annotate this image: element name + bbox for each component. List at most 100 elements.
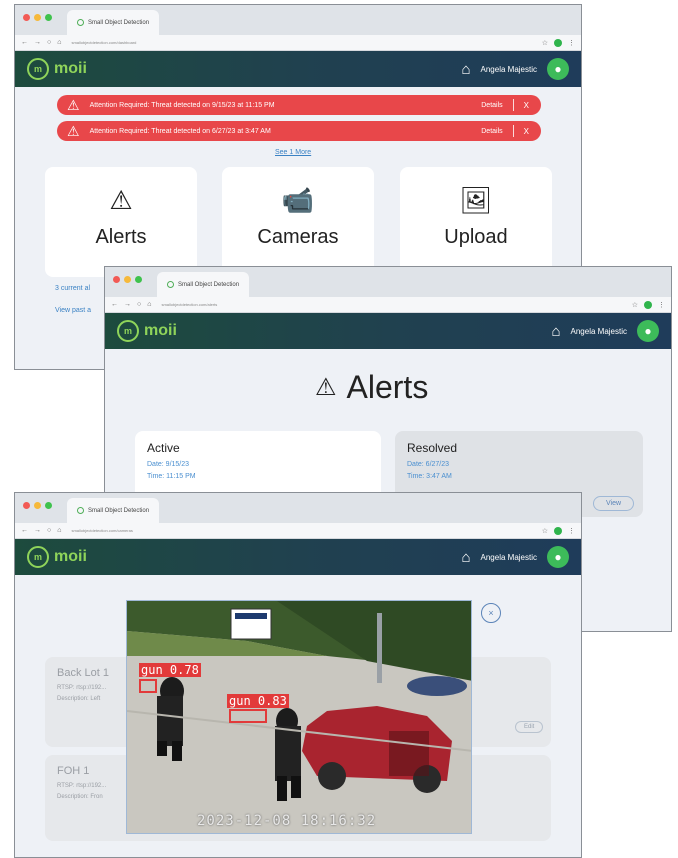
star-icon[interactable]: ☆	[542, 39, 548, 47]
alert-text: Attention Required: Threat detected on 9…	[89, 101, 275, 109]
reload-icon[interactable]: ○	[47, 39, 51, 46]
back-icon[interactable]: ←	[21, 527, 28, 534]
brand-name: moii	[54, 60, 87, 77]
user-name[interactable]: Angela Majestic	[481, 553, 537, 562]
home-nav-icon[interactable]: ⌂	[57, 527, 61, 534]
alert-time: Time: 11:15 PM	[147, 473, 196, 480]
home-icon[interactable]: ⌂	[461, 61, 470, 78]
home-nav-icon[interactable]: ⌂	[147, 301, 151, 308]
see-more-link[interactable]: See 1 More	[275, 149, 311, 156]
alert-date: Date: 6/27/23	[407, 461, 450, 468]
tab-title: Small Object Detection	[178, 281, 240, 288]
camera-feed-view: gun 0.78 gun 0.83 2023-12-08 18:16:32	[126, 600, 472, 834]
address-bar: ← → ○ ⌂ smallobjectdetection.com/cameras…	[15, 523, 581, 539]
window-controls[interactable]	[23, 14, 52, 21]
avatar[interactable]: ●	[637, 320, 659, 342]
logo-mark-icon: m	[27, 546, 49, 568]
detection-box	[229, 709, 267, 723]
menu-icon[interactable]: ⋮	[568, 527, 575, 535]
warning-icon: ⚠	[315, 374, 337, 401]
dismiss-alert-button[interactable]: X	[524, 127, 529, 136]
alert-text: Attention Required: Threat detected on 6…	[89, 127, 271, 135]
home-icon[interactable]: ⌂	[551, 323, 560, 340]
url-field[interactable]: smallobjectdetection.com/dashboard	[67, 38, 535, 48]
detection-label: gun 0.78	[139, 663, 201, 677]
reload-icon[interactable]: ○	[47, 527, 51, 534]
forward-icon[interactable]: →	[34, 39, 41, 46]
user-name[interactable]: Angela Majestic	[571, 327, 627, 336]
address-bar: ← → ○ ⌂ smallobjectdetection.com/alerts …	[105, 297, 671, 313]
url-field[interactable]: smallobjectdetection.com/alerts	[157, 300, 625, 310]
user-name[interactable]: Angela Majestic	[481, 65, 537, 74]
card-label: Upload	[444, 226, 508, 248]
security-camera-icon: 📹	[281, 185, 315, 215]
reload-icon[interactable]: ○	[137, 301, 141, 308]
app-navbar: m moii ⌂ Angela Majestic ●	[15, 51, 581, 87]
avatar[interactable]: ●	[547, 58, 569, 80]
profile-icon[interactable]	[554, 526, 562, 535]
warning-icon: ⚠	[109, 185, 133, 215]
brand-name: moii	[54, 548, 87, 565]
view-alert-button[interactable]: View	[593, 496, 635, 511]
app-navbar: m moii ⌂ Angela Majestic ●	[15, 539, 581, 575]
card-label: Alerts	[95, 226, 147, 248]
browser-tab[interactable]: Small Object Detection	[67, 498, 160, 523]
star-icon[interactable]: ☆	[632, 301, 638, 309]
panel-heading: Active	[147, 441, 180, 455]
detection-label: gun 0.83	[227, 694, 289, 708]
window-controls[interactable]	[23, 502, 52, 509]
warning-icon: ⚠	[67, 122, 80, 139]
browser-tab-strip: Small Object Detection	[15, 493, 581, 523]
alert-time: Time: 3:47 AM	[407, 473, 452, 480]
favicon-icon	[77, 19, 84, 26]
logo-mark-icon: m	[117, 320, 139, 342]
menu-icon[interactable]: ⋮	[568, 39, 575, 47]
home-nav-icon[interactable]: ⌂	[57, 39, 61, 46]
dismiss-alert-button[interactable]: X	[524, 101, 529, 110]
surveillance-frame-image	[127, 601, 471, 833]
cameras-card[interactable]: 📹 Cameras	[222, 167, 374, 277]
browser-tab[interactable]: Small Object Detection	[67, 10, 160, 35]
back-icon[interactable]: ←	[21, 39, 28, 46]
address-bar: ← → ○ ⌂ smallobjectdetection.com/dashboa…	[15, 35, 581, 51]
threat-alert-banner: ⚠ Attention Required: Threat detected on…	[57, 95, 541, 115]
favicon-icon	[167, 281, 174, 288]
details-link[interactable]: Details	[481, 128, 502, 135]
detection-score: 0.78	[169, 663, 199, 677]
brand-logo[interactable]: m moii	[117, 320, 177, 342]
forward-icon[interactable]: →	[34, 527, 41, 534]
close-modal-button[interactable]: ×	[481, 603, 501, 623]
forward-icon[interactable]: →	[124, 301, 131, 308]
logo-mark-icon: m	[27, 58, 49, 80]
details-link[interactable]: Details	[481, 102, 502, 109]
view-past-alerts-link[interactable]: View past a	[55, 307, 91, 314]
alert-date: Date: 9/15/23	[147, 461, 190, 468]
detection-box	[139, 679, 157, 693]
detection-score: 0.83	[257, 694, 287, 708]
menu-icon[interactable]: ⋮	[658, 301, 665, 309]
profile-icon[interactable]	[644, 300, 652, 309]
upload-card[interactable]: 🖼 Upload	[400, 167, 552, 277]
panel-heading: Resolved	[407, 441, 458, 455]
edit-camera-button[interactable]: Edit	[515, 721, 544, 733]
app-navbar: m moii ⌂ Angela Majestic ●	[105, 313, 671, 349]
browser-tab-strip: Small Object Detection	[15, 5, 581, 35]
window-controls[interactable]	[113, 276, 142, 283]
avatar[interactable]: ●	[547, 546, 569, 568]
profile-icon[interactable]	[554, 38, 562, 47]
detection-class: gun	[141, 663, 163, 677]
browser-tab[interactable]: Small Object Detection	[157, 272, 250, 297]
brand-logo[interactable]: m moii	[27, 58, 87, 80]
star-icon[interactable]: ☆	[542, 527, 548, 535]
video-timestamp: 2023-12-08 18:16:32	[197, 813, 377, 829]
tab-title: Small Object Detection	[88, 19, 150, 26]
brand-name: moii	[144, 322, 177, 339]
brand-logo[interactable]: m moii	[27, 546, 87, 568]
alerts-card[interactable]: ⚠ Alerts	[45, 167, 197, 277]
threat-alert-banner: ⚠ Attention Required: Threat detected on…	[57, 121, 541, 141]
home-icon[interactable]: ⌂	[461, 549, 470, 566]
browser-tab-strip: Small Object Detection	[105, 267, 671, 297]
page-title-text: Alerts	[346, 369, 429, 405]
back-icon[interactable]: ←	[111, 301, 118, 308]
url-field[interactable]: smallobjectdetection.com/cameras	[67, 526, 535, 536]
